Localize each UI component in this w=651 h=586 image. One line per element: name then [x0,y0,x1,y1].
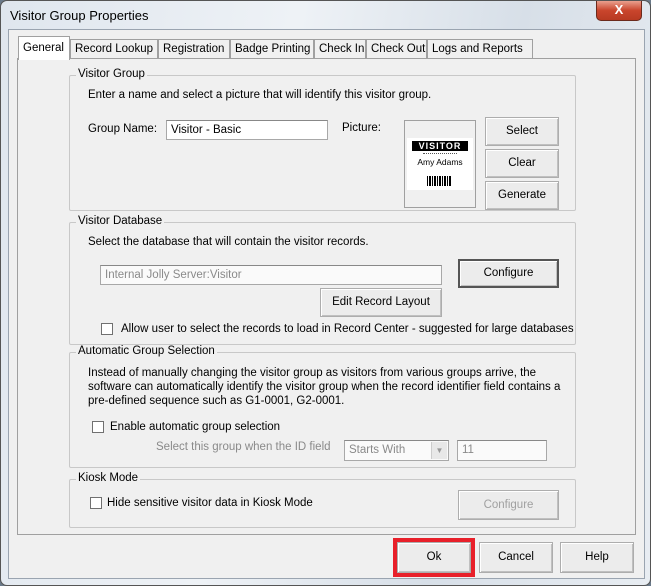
tab-badge-printing[interactable]: Badge Printing [230,39,314,59]
kiosk-mode-section: Kiosk Mode Hide sensitive visitor data i… [69,472,576,528]
window-title: Visitor Group Properties [10,8,149,23]
tab-general[interactable]: General [18,36,70,60]
ok-button[interactable]: Ok [397,542,471,573]
visitor-database-section: Visitor Database Select the database tha… [69,215,576,345]
close-icon: X [614,2,624,17]
allow-select-records-checkbox[interactable] [101,323,113,335]
tab-check-in[interactable]: Check In [314,39,366,59]
description-line: Instead of manually changing the visitor… [88,367,537,379]
hide-sensitive-data-label: Hide sensitive visitor data in Kiosk Mod… [107,497,313,509]
chevron-down-icon: ▼ [431,442,447,459]
badge-header: VISITOR [412,141,468,151]
dialog-client: General Record Lookup Registration Badge… [8,29,645,579]
id-match-input[interactable]: 11 [457,440,547,461]
section-title: Visitor Database [76,215,165,227]
dialog-window: Visitor Group Properties X General Recor… [0,0,651,586]
group-name-input[interactable]: Visitor - Basic [166,120,328,140]
badge-name: Amy Adams [417,157,463,167]
instructions: Select the database that will contain th… [88,236,369,248]
group-name-label: Group Name: [88,123,158,135]
section-title: Visitor Group [76,68,147,80]
tab-logs-and-reports[interactable]: Logs and Reports [427,39,533,59]
instructions: Enter a name and select a picture that w… [88,89,432,101]
description-line: pre-defined sequence such as G1-0001, G2… [88,395,345,407]
generate-picture-button[interactable]: Generate [485,181,559,210]
condition-label: Select this group when the ID field [156,441,331,453]
picture-label: Picture: [342,122,381,134]
dropdown-value: Starts With [349,444,406,456]
auto-group-description: Instead of manually changing the visitor… [88,366,560,408]
section-title: Kiosk Mode [76,472,141,484]
enable-auto-group-checkbox[interactable] [92,421,104,433]
tab-registration[interactable]: Registration [158,39,230,59]
tab-panel-general: Visitor Group Enter a name and select a … [17,58,636,535]
automatic-group-selection-section: Automatic Group Selection Instead of man… [69,345,576,468]
edit-record-layout-button[interactable]: Edit Record Layout [320,288,442,317]
enable-auto-group-label: Enable automatic group selection [110,421,281,433]
section-title: Automatic Group Selection [76,345,217,357]
badge-image: VISITOR Amy Adams [407,138,473,190]
badge-subtitle-line [423,153,457,154]
clear-picture-button[interactable]: Clear [485,149,559,178]
close-button[interactable]: X [596,1,642,21]
hide-sensitive-data-checkbox[interactable] [90,497,102,509]
configure-database-button[interactable]: Configure [458,259,559,288]
condition-dropdown[interactable]: Starts With ▼ [344,440,449,461]
visitor-group-section: Visitor Group Enter a name and select a … [69,68,576,211]
select-picture-button[interactable]: Select [485,117,559,146]
description-line: software can automatically identify the … [88,381,561,393]
tab-check-out[interactable]: Check Out [366,39,427,59]
picture-preview: VISITOR Amy Adams [404,120,476,208]
kiosk-configure-button[interactable]: Configure [458,490,559,520]
tab-record-lookup[interactable]: Record Lookup [70,39,158,59]
help-button[interactable]: Help [560,542,634,573]
database-input[interactable]: Internal Jolly Server:Visitor [100,265,442,285]
allow-select-records-label: Allow user to select the records to load… [121,323,574,335]
cancel-button[interactable]: Cancel [479,542,553,573]
barcode-icon [427,176,451,186]
